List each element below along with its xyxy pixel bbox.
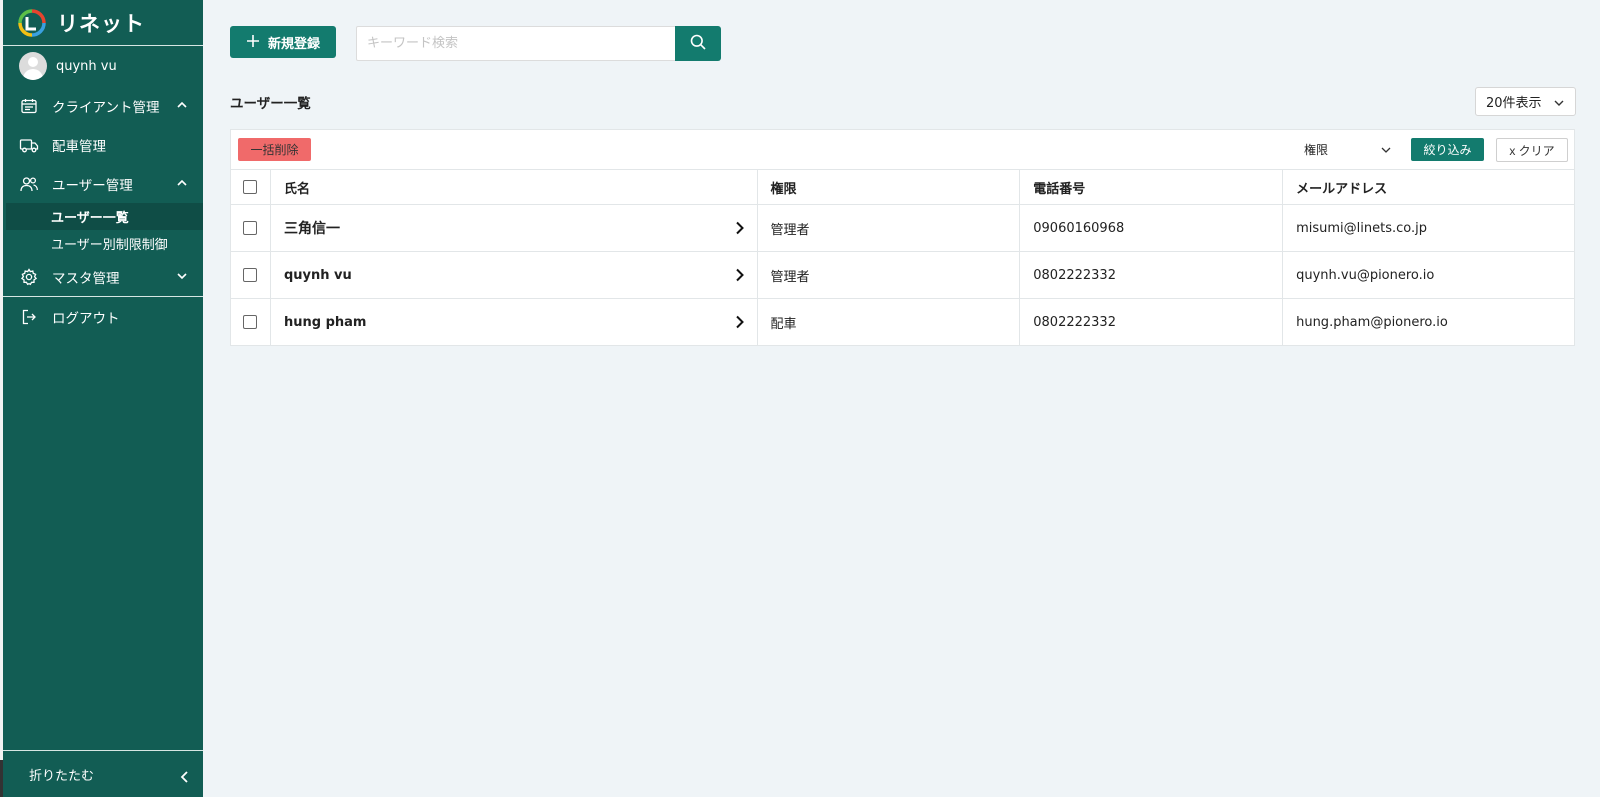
sidebar-item-label: ユーザー管理 xyxy=(52,177,133,194)
current-user[interactable]: quynh vu xyxy=(3,46,203,86)
logo-row[interactable]: リネット xyxy=(3,0,203,46)
chevron-down-icon xyxy=(175,269,189,283)
truck-icon xyxy=(19,135,39,155)
phone-cell: 0802222332 xyxy=(1019,251,1284,299)
collapse-label: 折りたたむ xyxy=(29,768,95,784)
column-header-role[interactable]: 権限 xyxy=(756,169,1021,205)
search-button[interactable] xyxy=(675,26,721,61)
filter-button[interactable]: 絞り込み xyxy=(1411,138,1484,161)
plus-icon xyxy=(246,34,260,51)
table-row[interactable]: 三角信一 管理者 09060160968 misumi@linets.co.jp xyxy=(230,204,1575,252)
row-checkbox[interactable] xyxy=(243,315,258,329)
new-register-button[interactable]: 新規登録 xyxy=(230,26,336,58)
chevron-left-icon xyxy=(179,770,191,788)
name-cell[interactable]: quynh vu xyxy=(269,251,758,299)
row-checkbox[interactable] xyxy=(243,221,258,235)
search-icon xyxy=(689,33,707,55)
sidebar-item-master[interactable]: マスタ管理 xyxy=(3,257,203,296)
sidebar-item-client[interactable]: クライアント管理 xyxy=(3,86,203,125)
table-header-row: 氏名 権限 電話番号 メールアドレス xyxy=(230,169,1575,205)
phone-cell: 09060160968 xyxy=(1019,204,1284,252)
clear-button[interactable]: x クリア xyxy=(1496,138,1568,162)
column-header-email[interactable]: メールアドレス xyxy=(1282,169,1575,205)
email-cell: misumi@linets.co.jp xyxy=(1282,204,1575,252)
chevron-down-icon xyxy=(1380,144,1392,159)
bulk-delete-button[interactable]: 一括削除 xyxy=(238,138,311,161)
sidebar-item-label: マスタ管理 xyxy=(52,270,120,287)
sidebar-subitem-user-restrictions[interactable]: ユーザー別制限制御 xyxy=(3,230,203,257)
column-header-phone[interactable]: 電話番号 xyxy=(1019,169,1284,205)
role-cell: 配車 xyxy=(756,298,1021,346)
sidebar-item-users[interactable]: ユーザー管理 xyxy=(3,164,203,203)
per-page-select[interactable]: 20件表示 xyxy=(1475,87,1576,116)
chevron-up-icon xyxy=(175,98,189,112)
name-cell[interactable]: hung pham xyxy=(269,298,758,346)
table-row[interactable]: quynh vu 管理者 0802222332 quynh.vu@pionero… xyxy=(230,251,1575,299)
role-cell: 管理者 xyxy=(756,251,1021,299)
table-row[interactable]: hung pham 配車 0802222332 hung.pham@pioner… xyxy=(230,298,1575,346)
chevron-up-icon xyxy=(175,176,189,190)
per-page-value: 20件表示 xyxy=(1486,96,1542,111)
sidebar-item-logout[interactable]: ログアウト xyxy=(3,297,203,336)
email-cell: quynh.vu@pionero.io xyxy=(1282,251,1575,299)
chevron-right-icon[interactable] xyxy=(735,221,745,239)
users-table: 氏名 権限 電話番号 メールアドレス 三角信一 管理者 09060160968 … xyxy=(230,169,1575,346)
sidebar-item-label: クライアント管理 xyxy=(52,99,160,116)
avatar xyxy=(19,52,47,80)
row-checkbox[interactable] xyxy=(243,268,258,282)
row-select-cell xyxy=(230,298,271,346)
user-name: 三角信一 xyxy=(283,221,340,237)
phone-cell: 0802222332 xyxy=(1019,298,1284,346)
select-all-cell xyxy=(230,169,271,205)
keyword-search-input[interactable] xyxy=(356,26,679,61)
chevron-right-icon[interactable] xyxy=(735,315,745,333)
logout-icon xyxy=(19,307,39,327)
user-name: hung pham xyxy=(283,314,367,330)
main-content: 新規登録 ユーザー一覧 20件表示 一括削除 権限 絞り込み x クリア xyxy=(203,0,1600,797)
row-select-cell xyxy=(230,204,271,252)
row-select-cell xyxy=(230,251,271,299)
user-name: quynh vu xyxy=(283,267,352,283)
rinet-logo-icon xyxy=(17,8,47,38)
sidebar-collapse-button[interactable]: 折りたたむ xyxy=(3,750,203,797)
role-filter-select[interactable]: 権限 xyxy=(1304,138,1394,161)
role-cell: 管理者 xyxy=(756,204,1021,252)
gear-icon xyxy=(19,267,39,287)
current-user-name: quynh vu xyxy=(56,58,117,74)
email-cell: hung.pham@pionero.io xyxy=(1282,298,1575,346)
select-all-checkbox[interactable] xyxy=(243,180,258,194)
app-name: リネット xyxy=(57,11,145,36)
new-register-label: 新規登録 xyxy=(267,35,320,51)
sidebar-item-label: 配車管理 xyxy=(52,138,106,155)
sidebar-item-dispatch[interactable]: 配車管理 xyxy=(3,125,203,164)
column-header-name[interactable]: 氏名 xyxy=(269,169,758,205)
sidebar-item-label: ログアウト xyxy=(52,310,120,327)
role-filter-label: 権限 xyxy=(1304,143,1329,157)
users-icon xyxy=(19,174,39,194)
page-title: ユーザー一覧 xyxy=(230,96,311,112)
calendar-icon xyxy=(19,96,39,116)
name-cell[interactable]: 三角信一 xyxy=(269,204,758,252)
chevron-right-icon[interactable] xyxy=(735,268,745,286)
sidebar-subitem-user-list[interactable]: ユーザー一覧 xyxy=(6,203,203,230)
sidebar: リネット quynh vu クライアント管理 配車管理 ユーザー管理 ユーザー一… xyxy=(3,0,203,797)
chevron-down-icon xyxy=(1553,97,1565,113)
table-toolbar: 一括削除 権限 絞り込み x クリア xyxy=(230,129,1575,169)
